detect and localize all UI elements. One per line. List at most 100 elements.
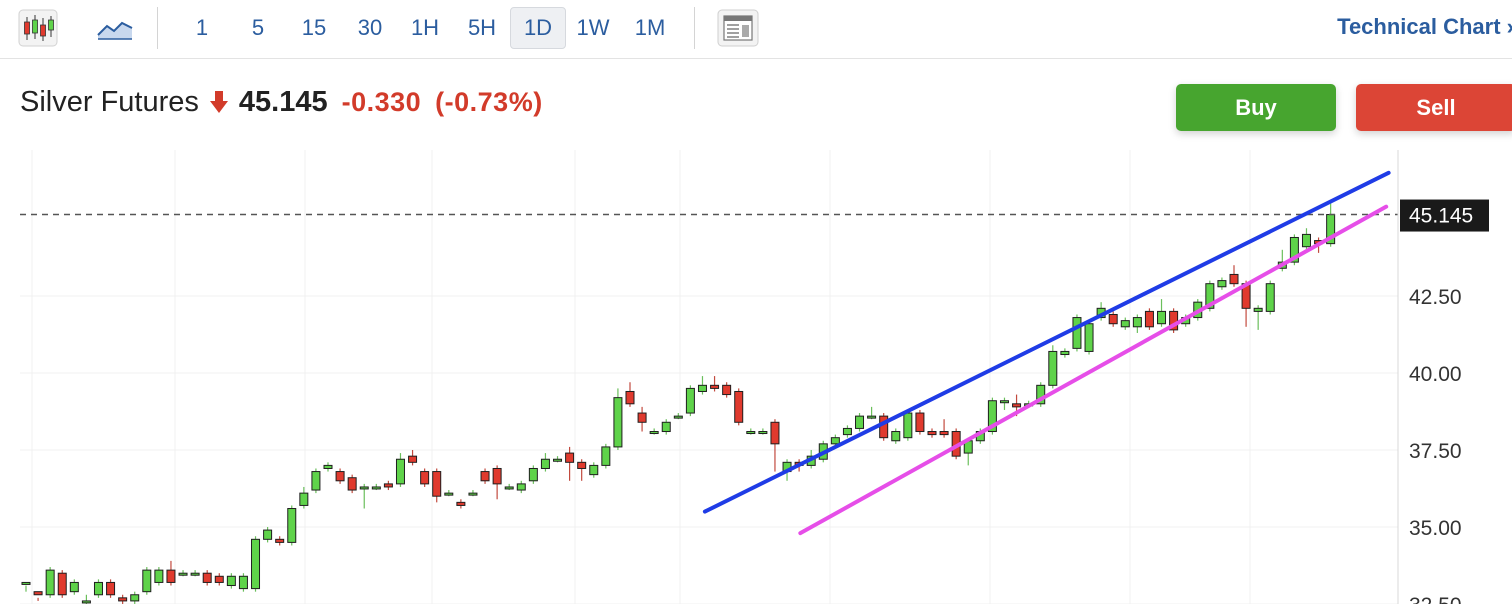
candle [263,527,273,543]
candle [226,573,236,589]
candle-body [915,412,925,433]
candle-body [565,452,575,463]
candle-body [1048,350,1058,386]
candle [939,419,949,438]
price-axis-label: 35.00 [1409,517,1462,540]
candle-body [685,387,695,414]
candle-body [879,415,889,439]
candle [456,499,466,509]
candle [33,591,43,601]
candle-body [504,486,514,490]
interval-30min[interactable]: 30 [343,8,397,48]
technical-chart-link[interactable]: Technical Chart › [1337,14,1512,40]
candle [1084,320,1094,355]
interval-1day[interactable]: 1D [510,7,566,49]
area-chart-icon[interactable] [92,8,138,48]
candle-body [1060,350,1070,356]
candle-body [770,421,780,445]
candle-body [830,437,840,445]
interval-1month[interactable]: 1M [622,8,678,48]
candle [1132,314,1142,333]
candle-body [69,581,79,593]
candle-body [516,483,526,491]
candle [190,570,200,577]
data-table-icon[interactable] [716,8,760,48]
candle-body [528,467,538,482]
candle-body [263,529,273,540]
candle [528,465,538,484]
candle-body [1120,320,1130,328]
candle [468,490,478,497]
candle-body [33,591,43,596]
interval-1hour[interactable]: 1H [398,8,452,48]
candle [722,382,732,398]
upper-trendline[interactable] [702,170,1391,514]
candle-body [613,397,623,448]
candle-body [202,572,212,583]
candle-body [106,581,116,596]
candle [637,406,647,432]
candle-body [1265,283,1275,312]
candle [1060,348,1070,358]
candle [1120,317,1130,330]
interval-1week[interactable]: 1W [566,8,620,48]
candle-body [299,492,309,506]
interval-5min[interactable]: 5 [236,8,280,48]
candle [178,570,188,577]
candle-body [21,581,31,585]
candle [45,567,55,598]
candle [504,483,514,491]
candle-body [142,569,152,593]
candle [685,385,695,417]
down-arrow-icon [209,91,228,113]
candle-body [903,412,913,439]
candle-body [57,572,67,596]
lower-trendline[interactable] [798,204,1389,536]
candle-body [1301,233,1311,248]
candlestick-chart-icon[interactable] [16,8,60,48]
candle [420,468,430,487]
candle [214,573,224,586]
candle-body [855,415,865,429]
candle-body [335,471,345,482]
candle [251,536,261,592]
candle-body [553,458,563,462]
candle-body [287,508,297,543]
candle [154,567,164,586]
candle-body [1217,280,1227,288]
price-axis-label: 42.50 [1409,286,1462,309]
candle-body [1072,317,1082,349]
candle [1253,305,1263,330]
candle-body [408,455,418,463]
candle-body [697,384,707,392]
candle [891,428,901,444]
candle-body [480,471,490,482]
last-price: 45.145 [238,85,328,118]
buy-button[interactable]: Buy [1176,84,1336,131]
candle-body [637,412,647,423]
candle-body [118,597,128,602]
candle-body [540,458,550,469]
sell-button[interactable]: Sell [1356,84,1512,131]
interval-1min[interactable]: 1 [180,8,224,48]
interval-5hour[interactable]: 5H [455,8,509,48]
candle [69,579,79,595]
candle-body [238,575,248,590]
price-change: -0.330 [341,86,422,117]
candle [661,419,671,435]
candle-body [311,471,321,491]
candle-body [577,461,587,469]
candle [311,468,321,494]
candle [1169,308,1179,333]
candle [432,468,442,503]
candle-body [710,384,720,389]
candle-body [275,538,285,543]
candle-body [420,471,430,485]
interval-15min[interactable]: 15 [288,8,340,48]
candle-body [166,569,176,583]
candle-body [323,464,333,469]
candle [1036,382,1046,407]
candle [395,453,405,487]
chart-toolbar: 1 5 15 30 1H 5H 1D 1W 1M Technical Chart… [0,0,1512,59]
candle-body [927,431,937,436]
